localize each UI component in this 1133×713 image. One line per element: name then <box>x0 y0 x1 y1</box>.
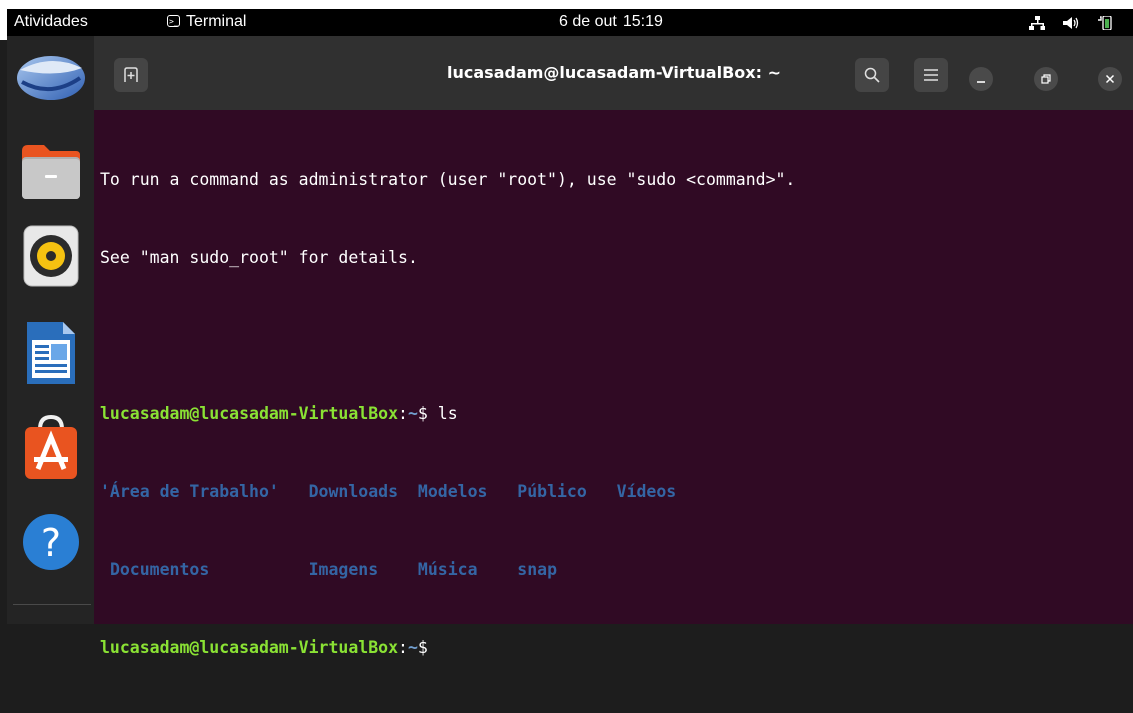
mail-icon <box>17 56 85 100</box>
app-menu[interactable]: >_ Terminal <box>167 9 246 36</box>
prompt-line: lucasadam@lucasadam-VirtualBox:~$ ls <box>100 401 1133 427</box>
prompt-symbol: $ <box>417 638 438 657</box>
prompt-user: lucasadam@lucasadam-VirtualBox <box>100 404 399 423</box>
prompt-path: ~ <box>407 638 418 657</box>
prompt-separator: : <box>398 638 408 657</box>
speaker-icon <box>23 225 79 287</box>
network-icon <box>1029 15 1045 30</box>
terminal-window: lucasadam@lucasadam-VirtualBox: ~ To run… <box>94 36 1133 657</box>
dock: ? <box>7 36 94 624</box>
new-tab-icon <box>124 67 138 82</box>
search-button[interactable] <box>855 58 889 92</box>
prompt-user: lucasadam@lucasadam-VirtualBox <box>100 638 399 657</box>
ls-output-row: 'Área de Trabalho' Downloads Modelos Púb… <box>100 479 1133 505</box>
app-menu-label: Terminal <box>186 13 247 30</box>
system-tray[interactable] <box>1029 9 1113 36</box>
prompt-separator: : <box>398 404 408 423</box>
volume-icon <box>1063 16 1079 29</box>
dir-entry: Música <box>417 560 478 579</box>
menu-button[interactable] <box>914 58 948 92</box>
dir-entry: snap <box>517 560 558 579</box>
dir-entry: Imagens <box>308 560 379 579</box>
dir-entry: Downloads <box>308 482 399 501</box>
prompt-path: ~ <box>407 404 418 423</box>
clock-date: 6 de out <box>559 13 617 30</box>
prompt-line: lucasadam@lucasadam-VirtualBox:~$ <box>100 635 1133 661</box>
new-tab-button[interactable] <box>114 58 148 92</box>
dir-entry: Vídeos <box>616 482 677 501</box>
minimize-button[interactable] <box>969 67 993 91</box>
dock-item-ubuntu-software[interactable] <box>15 412 87 484</box>
dock-item-thunderbird[interactable] <box>15 40 87 112</box>
top-bar: Atividades >_ Terminal 6 de out 15:19 <box>0 0 1133 40</box>
clock[interactable]: 6 de out 15:19 <box>559 9 669 36</box>
dir-entry: Documentos <box>109 560 210 579</box>
dir-entry: Modelos <box>417 482 488 501</box>
close-icon <box>1105 74 1115 84</box>
software-store-icon <box>25 415 77 479</box>
help-icon: ? <box>23 514 79 570</box>
dock-item-help[interactable]: ? <box>15 506 87 578</box>
top-panel: Atividades >_ Terminal 6 de out 15:19 <box>7 9 1133 36</box>
dock-item-rhythmbox[interactable] <box>15 220 87 292</box>
window-header-bar[interactable]: lucasadam@lucasadam-VirtualBox: ~ <box>94 36 1133 110</box>
terminal-output[interactable]: To run a command as administrator (user … <box>100 115 1133 657</box>
prompt-symbol: $ <box>417 404 438 423</box>
ls-output-row: Documentos Imagens Música snap <box>100 557 1133 583</box>
dir-entry: 'Área de Trabalho' <box>100 482 279 501</box>
dock-item-files[interactable] <box>15 135 87 207</box>
minimize-icon <box>977 81 985 83</box>
close-button[interactable] <box>1098 67 1122 91</box>
dock-separator <box>13 604 91 605</box>
command-text: ls <box>437 404 458 423</box>
terminal-line: To run a command as administrator (user … <box>100 170 796 189</box>
svg-text:?: ? <box>41 521 61 565</box>
maximize-button[interactable] <box>1034 67 1058 91</box>
terminal-line: See "man sudo_root" for details. <box>100 248 418 267</box>
dir-entry: Público <box>517 482 587 501</box>
writer-icon <box>27 322 75 384</box>
dock-item-libreoffice-writer[interactable] <box>15 317 87 389</box>
clock-time: 15:19 <box>622 13 663 30</box>
terminal-icon: >_ <box>167 14 180 27</box>
restore-icon <box>1041 74 1051 84</box>
hamburger-icon <box>924 69 938 81</box>
activities-button[interactable]: Atividades <box>14 9 106 36</box>
battery-icon <box>1098 15 1112 30</box>
search-icon <box>864 67 880 83</box>
folder-icon <box>22 145 80 199</box>
window-title: lucasadam@lucasadam-VirtualBox: ~ <box>447 63 781 82</box>
